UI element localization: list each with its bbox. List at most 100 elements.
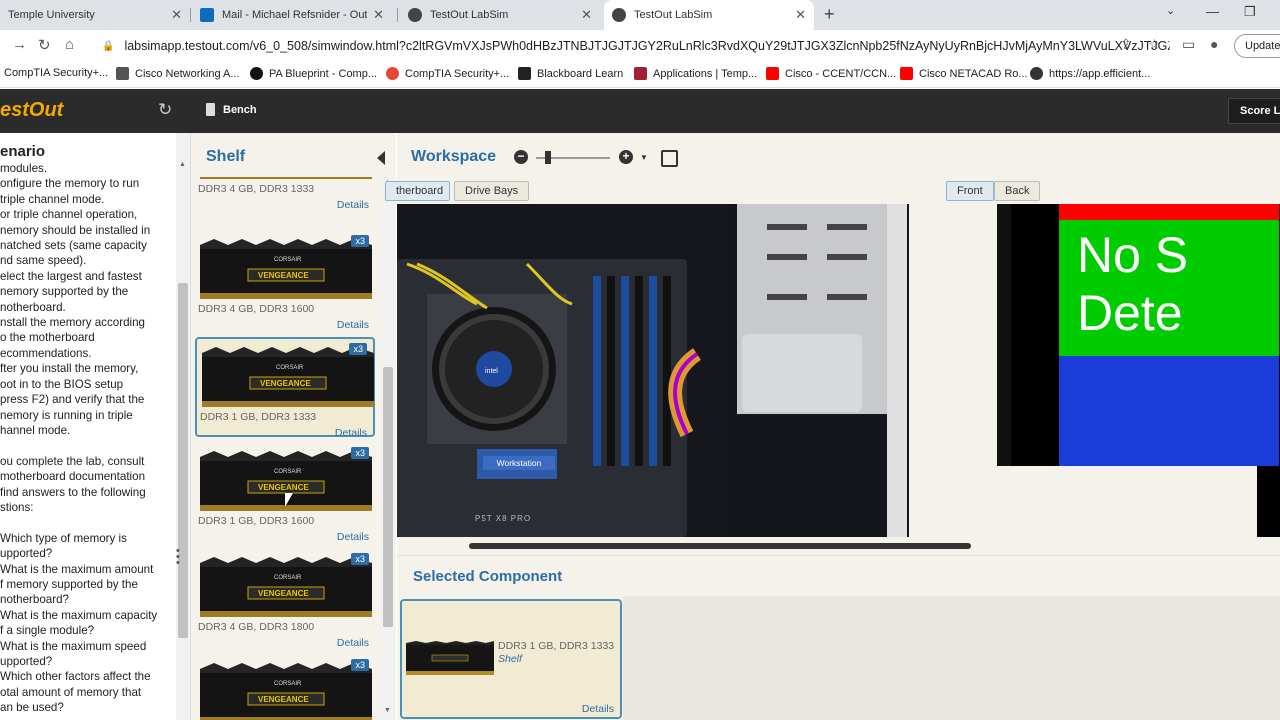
zoom-slider-handle[interactable] bbox=[545, 151, 551, 164]
pa-icon bbox=[250, 67, 263, 80]
bookmarks-bar: CompTIA Security+... Cisco Networking A.… bbox=[0, 62, 1280, 88]
zoom-in-icon[interactable]: + bbox=[619, 150, 633, 164]
scroll-up-icon[interactable]: ▲ bbox=[179, 161, 186, 168]
lock-icon: 🔒 bbox=[102, 40, 115, 52]
close-icon[interactable]: ✕ bbox=[171, 7, 182, 23]
bench-button[interactable]: Bench bbox=[206, 103, 257, 116]
close-icon[interactable]: ✕ bbox=[795, 7, 806, 23]
motherboard-view-button[interactable]: therboard bbox=[385, 181, 450, 201]
zoom-out-icon[interactable]: − bbox=[514, 150, 528, 164]
side-panel-icon[interactable]: ▭ bbox=[1182, 36, 1195, 53]
scenario-line: upported? bbox=[0, 654, 53, 668]
star-icon[interactable]: ☆ bbox=[1148, 36, 1161, 53]
browser-tab[interactable]: Temple University ✕ bbox=[0, 0, 190, 30]
selected-component-title: Selected Component bbox=[413, 568, 563, 585]
bookmark-item[interactable]: Blackboard Learn bbox=[518, 67, 623, 80]
bookmark-label: https://app.efficient... bbox=[1049, 67, 1151, 80]
scenario-line: find answers to the following bbox=[0, 485, 146, 499]
close-icon[interactable]: ✕ bbox=[581, 7, 592, 23]
shelf-item-memory-module[interactable]: CORSAIR VENGEANCE x3 DDR3 4 GB, DDR3 1800 De… bbox=[195, 549, 375, 649]
maximize-icon[interactable]: ❐ bbox=[1244, 4, 1256, 20]
bookmark-item[interactable]: Cisco - CCENT/CCN... bbox=[766, 67, 896, 80]
ram-module-icon: CORSAIR VENGEANCE bbox=[202, 347, 374, 407]
scenario-scrollbar[interactable]: ▲ bbox=[176, 133, 190, 720]
resize-grip-icon[interactable]: • • • bbox=[176, 546, 180, 569]
home-icon[interactable]: ⌂ bbox=[65, 36, 74, 53]
forward-icon[interactable]: → bbox=[12, 36, 27, 53]
scenario-line: nd same speed). bbox=[0, 254, 87, 268]
app-header: estOut ↻ Bench Score La bbox=[0, 89, 1280, 133]
bookmark-item[interactable]: https://app.efficient... bbox=[1030, 67, 1150, 80]
motherboard-illustration: intel bbox=[397, 204, 937, 537]
bookmark-item[interactable]: Cisco NETACAD Ro... bbox=[900, 67, 1028, 80]
workspace-horizontal-scrollbar[interactable] bbox=[469, 543, 971, 549]
module-spec: DDR3 4 GB, DDR3 1800 bbox=[198, 621, 315, 633]
bookmark-label: Cisco Networking A... bbox=[135, 67, 240, 80]
share-icon[interactable]: ⇪ bbox=[1120, 36, 1132, 53]
bookmark-label: Applications | Temp... bbox=[653, 67, 758, 80]
collapse-shelf-icon[interactable] bbox=[377, 151, 385, 165]
efficient-icon bbox=[1030, 67, 1043, 80]
front-view-button[interactable]: Front bbox=[946, 181, 994, 201]
shelf-scrollbar[interactable]: ▲ ▼ bbox=[381, 177, 395, 720]
selected-component-detail-area bbox=[623, 596, 1280, 720]
bookmark-item[interactable]: CompTIA Security+... bbox=[386, 67, 509, 80]
shelf-item-memory-module[interactable]: CORSAIR VENGEANCE x3 DDR3 1 GB, DDR3 1333 De… bbox=[195, 337, 375, 439]
update-button[interactable]: Update bbox=[1234, 34, 1280, 58]
module-spec: DDR3 1 GB, DDR3 1600 bbox=[198, 515, 315, 527]
zoom-dropdown-icon[interactable]: ▼ bbox=[640, 153, 648, 162]
scenario-line: What is the maximum speed bbox=[0, 639, 147, 653]
quantity-badge: x3 bbox=[351, 553, 369, 565]
shelf-item-memory-module[interactable]: CORSAIR VENGEANCE x3 bbox=[195, 655, 375, 720]
details-link[interactable]: Details bbox=[337, 319, 369, 331]
tab-search-icon[interactable]: ⌄ bbox=[1166, 4, 1175, 17]
details-link[interactable]: Details bbox=[335, 427, 367, 439]
scrollbar-thumb[interactable] bbox=[383, 367, 393, 627]
new-tab-button[interactable]: + bbox=[824, 4, 835, 25]
details-link[interactable]: Details bbox=[337, 199, 369, 211]
browser-tab[interactable]: Mail - Michael Refsnider - Outlook ✕ bbox=[192, 0, 392, 30]
fullscreen-icon[interactable] bbox=[661, 150, 678, 167]
scenario-line: nemory is running in triple bbox=[0, 408, 133, 422]
ram-model-text: VENGEANCE bbox=[258, 695, 309, 704]
bookmark-label: Cisco NETACAD Ro... bbox=[919, 67, 1028, 80]
shelf-item-memory-module[interactable]: CORSAIR VENGEANCE x3 DDR3 4 GB, DDR3 1600 De… bbox=[195, 231, 375, 331]
scrollbar-thumb[interactable] bbox=[178, 283, 188, 638]
refresh-icon[interactable]: ↻ bbox=[158, 100, 172, 120]
score-lab-button[interactable]: Score La bbox=[1228, 98, 1280, 124]
browser-tab-active[interactable]: TestOut LabSim ✕ bbox=[604, 0, 814, 30]
bookmark-item[interactable]: Cisco Networking A... bbox=[116, 67, 240, 80]
computer-case-interior[interactable]: intel Workstation P5T X8 PRO bbox=[397, 204, 937, 537]
details-link[interactable]: Details bbox=[337, 531, 369, 543]
monitor-stand bbox=[1257, 466, 1280, 537]
close-icon[interactable]: ✕ bbox=[373, 7, 384, 23]
temple-icon bbox=[634, 67, 647, 80]
quantity-badge: x3 bbox=[349, 343, 367, 355]
bookmark-item[interactable]: CompTIA Security+... bbox=[4, 67, 108, 79]
scenario-title: enario bbox=[0, 143, 46, 160]
bookmark-label: Cisco - CCENT/CCN... bbox=[785, 67, 897, 80]
minimize-icon[interactable]: — bbox=[1206, 4, 1219, 19]
profile-icon[interactable]: ● bbox=[1210, 36, 1218, 52]
quantity-badge: x3 bbox=[351, 447, 369, 459]
ram-model-text: VENGEANCE bbox=[258, 271, 309, 280]
drive-bays-view-button[interactable]: Drive Bays bbox=[454, 181, 530, 201]
reload-icon[interactable]: ↻ bbox=[38, 36, 51, 54]
selected-details-link[interactable]: Details bbox=[582, 703, 614, 715]
bookmark-item[interactable]: PA Blueprint - Comp... bbox=[250, 67, 377, 80]
scroll-down-icon[interactable]: ▼ bbox=[384, 707, 391, 714]
selected-component-card[interactable]: DDR3 1 GB, DDR3 1333 Shelf Details bbox=[400, 599, 622, 719]
scenario-line: natched sets (same capacity bbox=[0, 239, 147, 253]
back-view-button[interactable]: Back bbox=[994, 181, 1041, 201]
ram-brand-text: CORSAIR bbox=[274, 469, 302, 475]
address-bar[interactable]: 🔒 labsimapp.testout.com/v6_0_508/simwind… bbox=[94, 34, 1170, 58]
browser-tab[interactable]: TestOut LabSim ✕ bbox=[400, 0, 600, 30]
monitor[interactable]: No S Dete bbox=[997, 204, 1280, 537]
shelf-item-memory-module[interactable]: CORSAIR VENGEANCE DDR3 4 GB, DDR3 1333 Deta… bbox=[195, 177, 375, 211]
testout-favicon-icon bbox=[408, 8, 422, 22]
details-link[interactable]: Details bbox=[337, 637, 369, 649]
bookmark-item[interactable]: Applications | Temp... bbox=[634, 67, 757, 80]
browser-tab-strip: Temple University ✕ Mail - Michael Refsn… bbox=[0, 0, 1280, 30]
screen-blue-band bbox=[1059, 356, 1279, 466]
bookmark-label: PA Blueprint - Comp... bbox=[269, 67, 378, 80]
